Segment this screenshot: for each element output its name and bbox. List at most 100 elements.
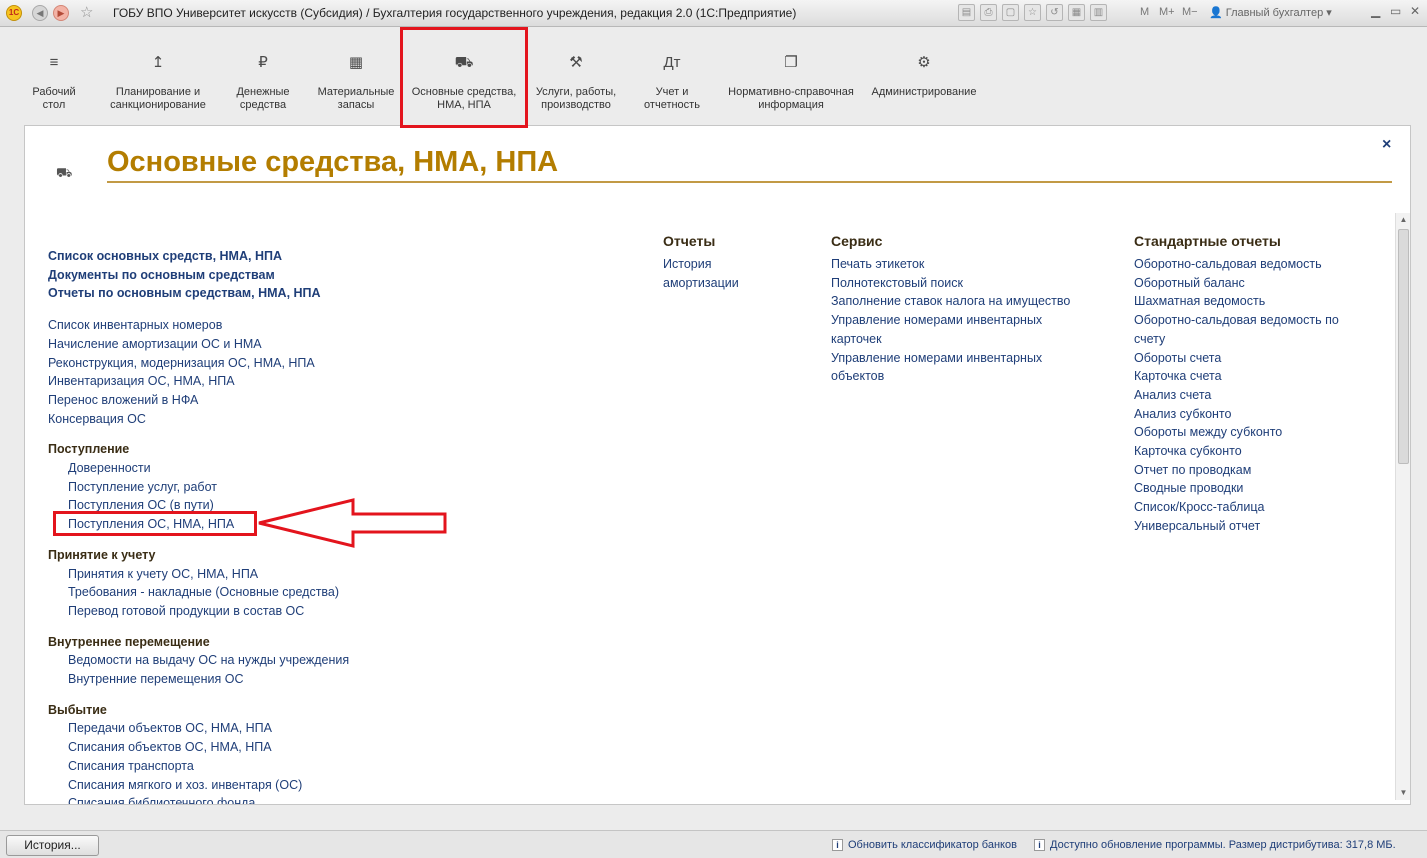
materials-icon: ▦ [348,54,364,71]
m-button[interactable]: M [1140,6,1149,18]
group-link[interactable]: Передачи объектов ОС, НМА, НПА [48,719,349,738]
section-label: Учет и отчетность [644,86,700,111]
current-user[interactable]: 👤 Главный бухгалтер ▾ [1209,6,1332,19]
back-button[interactable]: ◀ [32,5,48,21]
calendar-icon[interactable]: ▥ [1090,4,1107,21]
maximize-button[interactable]: ▭ [1390,4,1401,18]
reports-link[interactable]: История [663,255,739,274]
page-title: Основные средства, НМА, НПА [107,146,559,178]
favorites-star-icon[interactable]: ☆ [80,3,93,21]
service-link[interactable]: карточек [831,330,1070,349]
std_reports-link[interactable]: Анализ счета [1134,386,1339,405]
vertical-scrollbar[interactable]: ▲ ▼ [1395,213,1410,800]
history-button[interactable]: История... [6,835,99,856]
group-heading: Внутреннее перемещение [48,634,210,649]
main-link[interactable]: Реконструкция, модернизация ОС, НМА, НПА [48,354,349,373]
preview-icon[interactable]: ▢ [1002,4,1019,21]
main-link[interactable]: Консервация ОС [48,410,349,429]
title-bar: 1С ◀ ▶ ☆ ГОБУ ВПО Университет искусств (… [0,0,1427,27]
service-link[interactable]: Управление номерами инвентарных [831,349,1070,368]
main-link-bold[interactable]: Отчеты по основным средствам, НМА, НПА [48,284,349,303]
std_reports-link[interactable]: Шахматная ведомость [1134,292,1339,311]
group-link[interactable]: Поступление услуг, работ [48,478,349,497]
std_reports-link[interactable]: Список/Кросс-таблица [1134,498,1339,517]
reports-link[interactable]: амортизации [663,274,739,293]
std_reports-link[interactable]: Обороты между субконто [1134,423,1339,442]
std_reports-link[interactable]: счету [1134,330,1339,349]
section-gear[interactable]: ⚙ Администрирование [866,27,982,125]
group-heading: Поступление [48,442,130,457]
group-link[interactable]: Доверенности [48,459,349,478]
group-link[interactable]: Требования - накладные (Основные средств… [48,583,349,602]
section-planning[interactable]: ↥ Планирование и санкционирование [100,27,216,125]
close-icon[interactable]: × [1382,136,1391,154]
favorite-add-icon[interactable]: ☆ [1024,4,1041,21]
service-link[interactable]: Управление номерами инвентарных [831,311,1070,330]
group-link[interactable]: Принятия к учету ОС, НМА, НПА [48,565,349,584]
reports-heading: Отчеты [663,233,716,249]
sections-panel: ≡ Рабочий стол ↥ Планирование и санкциониро… [0,27,1427,125]
calculator-icon[interactable]: ▦ [1068,4,1085,21]
section-money[interactable]: ₽ Денежные средства [222,27,304,125]
main-link[interactable]: Список инвентарных номеров [48,316,349,335]
main-link[interactable]: Перенос вложений в НФА [48,391,349,410]
info-icon: i [832,839,843,851]
section-menu[interactable]: ≡ Рабочий стол [16,27,92,125]
forward-button[interactable]: ▶ [53,5,69,21]
minimize-button[interactable]: ▁ [1371,4,1380,18]
section-truck[interactable]: ⛟ Основные средства, НМА, НПА [404,27,524,125]
close-window-button[interactable]: ✕ [1410,4,1420,18]
service-link[interactable]: объектов [831,367,1070,386]
print-icon[interactable]: ⎙ [980,4,997,21]
group-link[interactable]: Списания мягкого и хоз. инвентаря (ОС) [48,776,349,795]
std_reports-link[interactable]: Оборотно-сальдовая ведомость [1134,255,1339,274]
main-link-bold[interactable]: Документы по основным средствам [48,266,349,285]
std_reports-link[interactable]: Обороты счета [1134,349,1339,368]
group-heading: Выбытие [48,702,107,717]
std_reports-link[interactable]: Карточка счета [1134,367,1339,386]
std_reports-link[interactable]: Сводные проводки [1134,479,1339,498]
section-label: Рабочий стол [32,86,76,111]
group-link[interactable]: Списания транспорта [48,757,349,776]
std_reports-link[interactable]: Карточка субконто [1134,442,1339,461]
scroll-thumb[interactable] [1398,229,1409,464]
service-link[interactable]: Полнотекстовый поиск [831,274,1070,293]
section-tools[interactable]: ⚒ Услуги, работы, производство [528,27,624,125]
program-update-link[interactable]: Доступно обновление программы. Размер ди… [1050,839,1396,851]
m-minus-button[interactable]: M− [1182,6,1198,18]
tools-icon: ⚒ [569,54,583,71]
service-link[interactable]: Заполнение ставок налога на имущество [831,292,1070,311]
group-link[interactable]: Списания библиотечного фонда [48,794,349,804]
save-icon[interactable]: ▤ [958,4,975,21]
app-logo-icon[interactable]: 1С [6,5,22,21]
service-link[interactable]: Печать этикеток [831,255,1070,274]
section-label: Основные средства, НМА, НПА [411,86,517,111]
group-link[interactable]: Ведомости на выдачу ОС на нужды учрежден… [48,651,349,670]
update-banks-link[interactable]: Обновить классификатор банков [848,839,1017,851]
std_reports-link[interactable]: Анализ субконто [1134,405,1339,424]
std_reports-link[interactable]: Оборотный баланс [1134,274,1339,293]
content-window: ⛟ Основные средства, НМА, НПА × Список о… [24,125,1411,805]
group-link[interactable]: Списания объектов ОС, НМА, НПА [48,738,349,757]
main-link[interactable]: Инвентаризация ОС, НМА, НПА [48,372,349,391]
truck-icon: ⛟ [454,54,474,71]
section-accounting[interactable]: Дт Учет и отчетность [632,27,712,125]
section-label: Администрирование [871,86,977,98]
main-link-bold[interactable]: Список основных средств, НМА, НПА [48,247,349,266]
std_reports-link[interactable]: Отчет по проводкам [1134,461,1339,480]
m-plus-button[interactable]: M+ [1159,6,1175,18]
std_reports-link[interactable]: Оборотно-сальдовая ведомость по [1134,311,1339,330]
group-link[interactable]: Внутренние перемещения ОС [48,670,349,689]
section-label: Денежные средства [236,86,290,111]
section-label: Планирование и санкционирование [110,86,206,111]
section-materials[interactable]: ▦ Материальные запасы [310,27,402,125]
scroll-up-icon[interactable]: ▲ [1396,213,1410,227]
group-link[interactable]: Перевод готовой продукции в состав ОС [48,602,349,621]
main-link[interactable]: Начисление амортизации ОС и НМА [48,335,349,354]
std_reports-link[interactable]: Универсальный отчет [1134,517,1339,536]
scroll-down-icon[interactable]: ▼ [1396,786,1410,800]
section-reference[interactable]: ❐ Нормативно-справочная информация [720,27,862,125]
group-heading: Принятие к учету [48,547,156,562]
history-icon[interactable]: ↺ [1046,4,1063,21]
